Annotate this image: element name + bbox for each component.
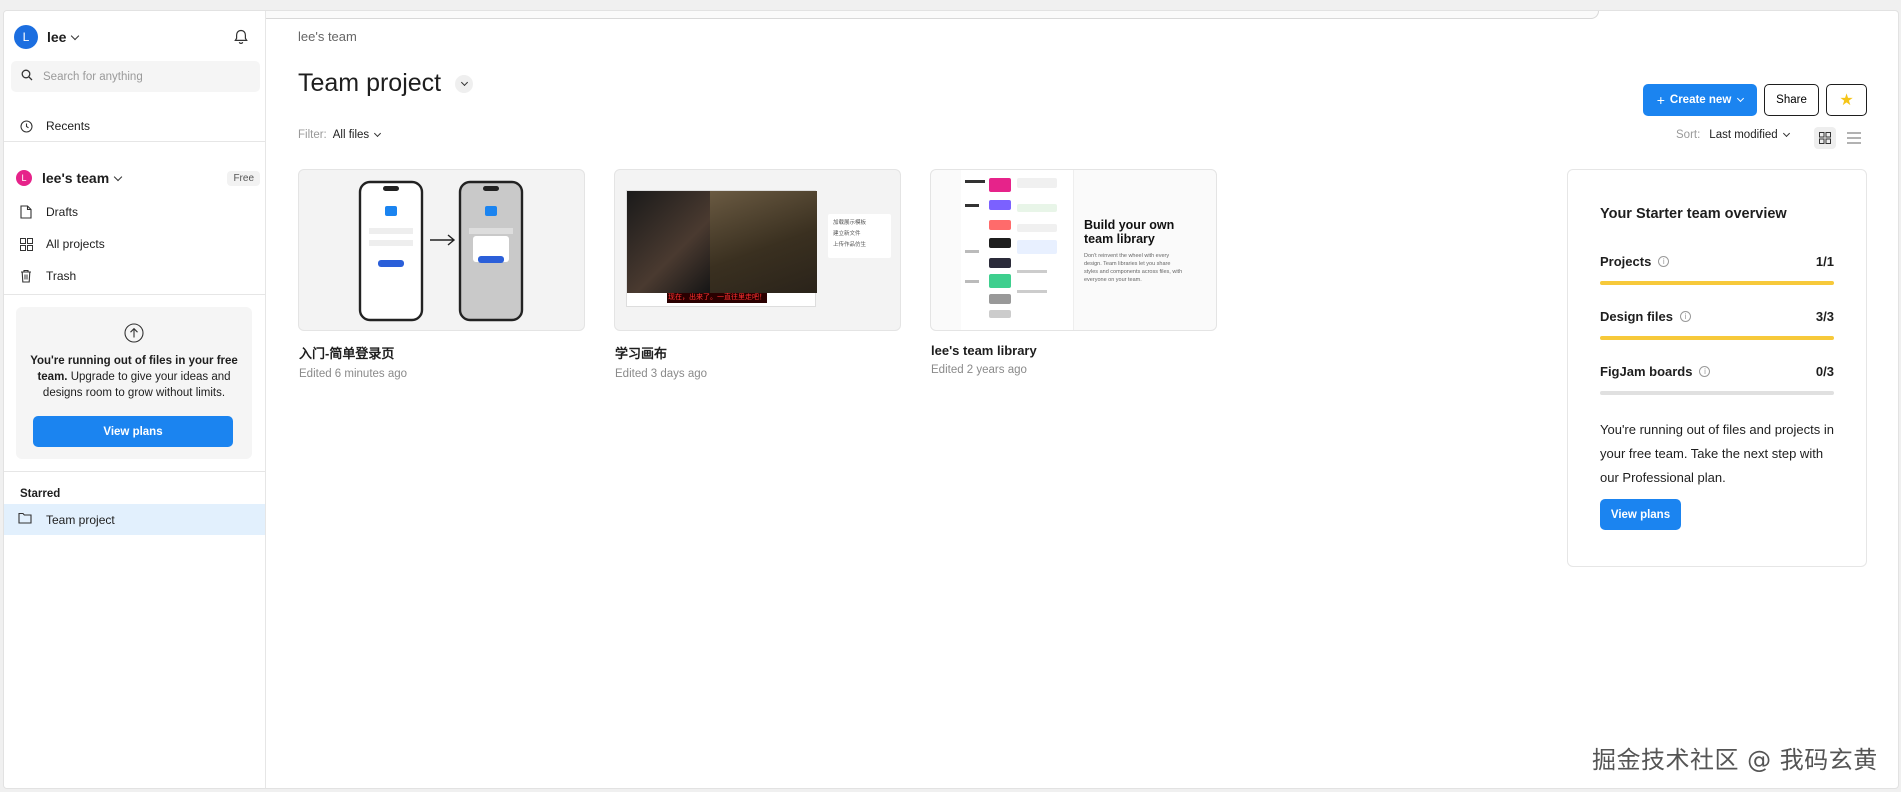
- overview-row-figjam-boards: FigJam boards i 0/3: [1600, 364, 1834, 395]
- file-edited: Edited 6 minutes ago: [299, 368, 408, 380]
- plus-icon: +: [1656, 92, 1665, 108]
- divider: [4, 141, 266, 142]
- overview-row-label: Projects: [1600, 254, 1652, 269]
- sidebar-item-recents[interactable]: Recents: [4, 111, 266, 141]
- app-window: L lee Recents L lee's team Free Drafts: [3, 10, 1899, 789]
- team-switcher[interactable]: L lee's team Free: [16, 166, 260, 190]
- overview-title: Your Starter team overview: [1600, 206, 1787, 222]
- avatar: L: [14, 25, 38, 49]
- sort-label: Sort:: [1676, 129, 1701, 141]
- info-icon[interactable]: i: [1658, 256, 1670, 267]
- progress-bar: [1600, 336, 1834, 340]
- file-title: 入门-简单登录页: [299, 346, 395, 361]
- starred-item-team-project[interactable]: Team project: [4, 504, 265, 535]
- filter-value: All files: [332, 129, 370, 141]
- overview-row-label: FigJam boards: [1600, 364, 1693, 379]
- trash-icon: [18, 268, 34, 284]
- page-title: Team project: [298, 69, 442, 97]
- divider: [4, 471, 266, 472]
- grid-icon: [18, 236, 34, 252]
- starred-heading: Starred: [20, 488, 61, 500]
- plan-badge: Free: [227, 170, 260, 186]
- overview-row-design-files: Design files i 3/3: [1600, 309, 1834, 340]
- sidebar-item-label: All projects: [46, 237, 105, 251]
- file-thumbnail: 现在，出来了。一直往里走吧！ 加载展示模板 建立新文件 上传作品仿生: [614, 169, 901, 331]
- file-title: lee's team library: [931, 343, 1037, 358]
- sort-value: Last modified: [1709, 129, 1778, 141]
- starred-item-label: Team project: [46, 512, 115, 527]
- project-menu-chevron-icon[interactable]: [455, 74, 474, 93]
- team-overview-panel: Your Starter team overview Projects i 1/…: [1567, 169, 1867, 567]
- sidebar-item-label: Recents: [46, 119, 91, 133]
- view-plans-button[interactable]: View plans: [33, 416, 233, 447]
- overview-text: You're running out of files and projects…: [1600, 422, 1834, 485]
- overview-row-count: 3/3: [1815, 309, 1834, 324]
- folder-icon: [18, 512, 34, 528]
- overview-row-label: Design files: [1600, 309, 1673, 324]
- file-thumbnail: Build your own team library Don't reinve…: [930, 169, 1217, 331]
- thumbnail-body: Don't reinvent the wheel with every desi…: [1084, 253, 1183, 283]
- subtitle-text: 现在，出来了。一直往里走吧！: [667, 293, 767, 303]
- library-components-preview: [961, 170, 1074, 330]
- file-card[interactable]: 现在，出来了。一直往里走吧！ 加载展示模板 建立新文件 上传作品仿生 学习画布 …: [614, 169, 901, 380]
- file-title: 学习画布: [615, 346, 668, 361]
- upgrade-banner: You're running out of files in your free…: [16, 307, 252, 459]
- file-card[interactable]: Build your own team library Don't reinve…: [930, 169, 1217, 376]
- user-menu[interactable]: L lee: [14, 25, 80, 49]
- clock-icon: [18, 118, 34, 134]
- user-name: lee: [47, 29, 67, 45]
- thumbnail-menu: 加载展示模板 建立新文件 上传作品仿生: [828, 214, 891, 258]
- breadcrumb[interactable]: lee's team: [298, 29, 357, 44]
- share-button[interactable]: Share: [1764, 84, 1819, 116]
- sort-dropdown[interactable]: Sort: Last modified: [1676, 129, 1790, 141]
- upload-icon: [124, 323, 144, 343]
- file-edited: Edited 3 days ago: [615, 368, 708, 380]
- overview-row-count: 1/1: [1815, 254, 1834, 269]
- progress-bar: [1600, 391, 1834, 395]
- team-name: lee's team: [42, 170, 110, 186]
- filter-dropdown[interactable]: Filter: All files: [298, 129, 382, 141]
- chevron-down-icon: [1737, 94, 1745, 103]
- overview-row-count: 0/3: [1815, 364, 1834, 379]
- team-avatar: L: [16, 170, 32, 186]
- grid-view-icon[interactable]: [1814, 127, 1836, 149]
- divider: [4, 294, 266, 295]
- upgrade-text-rest: Upgrade to give your ideas and designs r…: [42, 371, 231, 399]
- file-thumbnail: [298, 169, 585, 331]
- chevron-down-icon: [1782, 129, 1790, 138]
- search-field[interactable]: [11, 61, 260, 92]
- info-icon[interactable]: i: [1679, 311, 1691, 322]
- sidebar-item-label: Drafts: [46, 205, 79, 219]
- sidebar-item-label: Trash: [46, 269, 77, 283]
- file-card[interactable]: 入门-简单登录页 Edited 6 minutes ago: [298, 169, 585, 380]
- create-new-label: Create new: [1669, 94, 1732, 106]
- chevron-down-icon: [71, 31, 80, 40]
- filter-label: Filter:: [298, 129, 327, 141]
- file-icon: [18, 204, 34, 220]
- info-icon[interactable]: i: [1699, 366, 1711, 377]
- overview-row-projects: Projects i 1/1: [1600, 254, 1834, 285]
- progress-bar: [1600, 281, 1834, 285]
- chevron-down-icon: [113, 172, 123, 181]
- bell-icon[interactable]: [232, 28, 250, 46]
- sidebar-item-trash[interactable]: Trash: [4, 261, 266, 291]
- star-icon[interactable]: ★: [1826, 84, 1867, 116]
- sidebar-item-all-projects[interactable]: All projects: [4, 229, 266, 259]
- search-input[interactable]: [43, 70, 243, 83]
- chevron-down-icon: [374, 129, 382, 138]
- watermark: 掘金技术社区 @ 我码玄黄: [1592, 746, 1878, 774]
- list-view-icon[interactable]: [1843, 127, 1865, 149]
- sidebar: L lee Recents L lee's team Free Drafts: [4, 11, 266, 788]
- top-strip: [149, 11, 1599, 19]
- search-icon: [21, 68, 33, 86]
- file-edited: Edited 2 years ago: [931, 364, 1027, 376]
- view-plans-button[interactable]: View plans: [1600, 499, 1681, 530]
- page-title-row: Team project: [298, 69, 474, 98]
- upgrade-text: You're running out of files in your free…: [30, 353, 238, 401]
- sidebar-item-drafts[interactable]: Drafts: [4, 197, 266, 227]
- video-frame-image: 现在，出来了。一直往里走吧！: [626, 190, 817, 307]
- create-new-button[interactable]: + Create new: [1643, 84, 1757, 116]
- thumbnail-heading: Build your own team library: [1084, 218, 1175, 246]
